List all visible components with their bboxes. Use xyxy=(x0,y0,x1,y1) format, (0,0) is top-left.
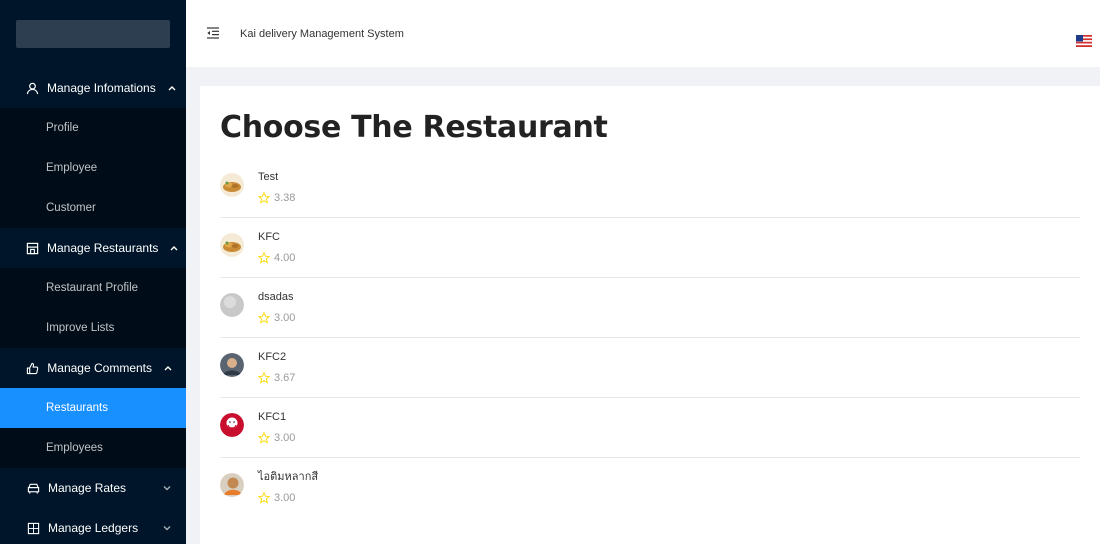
rating-value: 3.67 xyxy=(274,371,296,384)
rating-value: 3.00 xyxy=(274,431,296,444)
star-icon xyxy=(258,492,270,504)
restaurant-rating: 3.00 xyxy=(258,429,295,447)
restaurant-rating: 3.00 xyxy=(258,489,318,507)
submenu-manage-rates[interactable]: Manage Rates xyxy=(0,468,186,508)
person-avatar xyxy=(220,473,244,497)
person-avatar xyxy=(220,352,244,377)
menu-group-restaurants: Manage Restaurants Restaurant Profile Im… xyxy=(0,228,186,348)
menu-group-informations: Manage Infomations Profile Employee Cust… xyxy=(0,68,186,228)
logo-area xyxy=(0,0,186,68)
rating-value: 4.00 xyxy=(274,251,296,264)
submenu-label: Manage Rates xyxy=(48,481,127,495)
star-icon xyxy=(258,191,270,204)
menu-item-employees[interactable]: Employees xyxy=(0,428,186,468)
menu-item-improve-lists[interactable]: Improve Lists xyxy=(0,308,186,348)
restaurant-list-item[interactable]: KFC1 3.00 xyxy=(220,398,1080,458)
submenu-manage-informations[interactable]: Manage Infomations xyxy=(0,68,186,108)
restaurant-list-item[interactable]: ไอติมหลากสี 3.00 xyxy=(220,458,1080,518)
submenu-label: Manage Infomations xyxy=(47,81,156,95)
submenu-manage-comments[interactable]: Manage Comments xyxy=(0,348,186,388)
restaurant-list-item[interactable]: Test 3.38 xyxy=(220,158,1080,218)
restaurant-name: ไอติมหลากสี xyxy=(258,471,319,483)
restaurant-list-item[interactable]: dsadas 3.00 xyxy=(220,278,1080,338)
star-icon xyxy=(258,251,270,264)
kfc-logo-avatar xyxy=(220,412,244,437)
star-icon xyxy=(258,431,270,444)
restaurant-rating: 3.00 xyxy=(258,309,295,327)
app: Manage Infomations Profile Employee Cust… xyxy=(0,0,1100,544)
calculator-icon xyxy=(26,521,40,535)
menu-item-employee[interactable]: Employee xyxy=(0,148,186,188)
menu-item-restaurants[interactable]: Restaurants xyxy=(0,388,186,428)
food-avatar xyxy=(220,172,244,197)
user-icon xyxy=(26,81,39,95)
menu-item-customer[interactable]: Customer xyxy=(0,188,186,228)
submenu-list: Profile Employee Customer xyxy=(0,108,186,228)
restaurant-name: KFC2 xyxy=(258,350,287,363)
restaurant-list-item[interactable]: KFC2 3.67 xyxy=(220,338,1080,398)
menu-group-ledgers: Manage Ledgers xyxy=(0,508,186,544)
restaurant-name: KFC xyxy=(258,230,280,243)
menu-group-rates: Manage Rates xyxy=(0,468,186,508)
submenu-manage-restaurants[interactable]: Manage Restaurants xyxy=(0,228,186,268)
food-avatar xyxy=(220,232,244,257)
submenu-list: Restaurant Profile Improve Lists xyxy=(0,268,186,348)
top-header: Kai delivery Management System xyxy=(186,0,1100,67)
shop-icon xyxy=(26,241,39,255)
menu-item-profile[interactable]: Profile xyxy=(0,108,186,148)
restaurant-list: Test 3.38 KFC 4.00 dsadas 3.00 KFC2 3.67… xyxy=(220,158,1080,518)
restaurant-rating: 4.00 xyxy=(258,249,295,267)
like-icon xyxy=(26,361,39,375)
restaurant-name: Test xyxy=(258,170,279,183)
page-title: Choose The Restaurant xyxy=(220,110,608,145)
rating-value: 3.00 xyxy=(274,311,296,324)
rating-value: 3.38 xyxy=(274,191,296,204)
submenu-label: Manage Comments xyxy=(47,361,152,375)
blank-avatar xyxy=(220,292,244,317)
menu-fold-icon[interactable] xyxy=(206,26,220,41)
chevron-up-icon xyxy=(168,83,176,93)
submenu-list: Restaurants Employees xyxy=(0,388,186,468)
car-icon xyxy=(26,481,40,495)
logo[interactable] xyxy=(16,20,170,48)
restaurant-list-item[interactable]: KFC 4.00 xyxy=(220,218,1080,278)
sidebar: Manage Infomations Profile Employee Cust… xyxy=(0,0,186,544)
submenu-label: Manage Restaurants xyxy=(47,241,159,255)
us-flag-icon[interactable] xyxy=(1076,34,1092,47)
content-card: Choose The Restaurant Test 3.38 KFC 4.00… xyxy=(200,86,1100,544)
menu-group-comments: Manage Comments Restaurants Employees xyxy=(0,348,186,468)
star-icon xyxy=(258,371,270,384)
restaurant-name: KFC1 xyxy=(258,410,287,423)
chevron-down-icon xyxy=(162,523,172,533)
rating-value: 3.00 xyxy=(274,492,296,504)
app-title: Kai delivery Management System xyxy=(240,27,404,40)
restaurant-name: dsadas xyxy=(258,290,294,303)
star-icon xyxy=(258,311,270,324)
chevron-down-icon xyxy=(162,483,172,493)
submenu-label: Manage Ledgers xyxy=(48,521,139,535)
submenu-manage-ledgers[interactable]: Manage Ledgers xyxy=(0,508,186,544)
menu-item-restaurant-profile[interactable]: Restaurant Profile xyxy=(0,268,186,308)
chevron-up-icon xyxy=(170,243,178,253)
restaurant-rating: 3.38 xyxy=(258,189,295,207)
restaurant-rating: 3.67 xyxy=(258,369,295,387)
chevron-up-icon xyxy=(164,363,172,373)
